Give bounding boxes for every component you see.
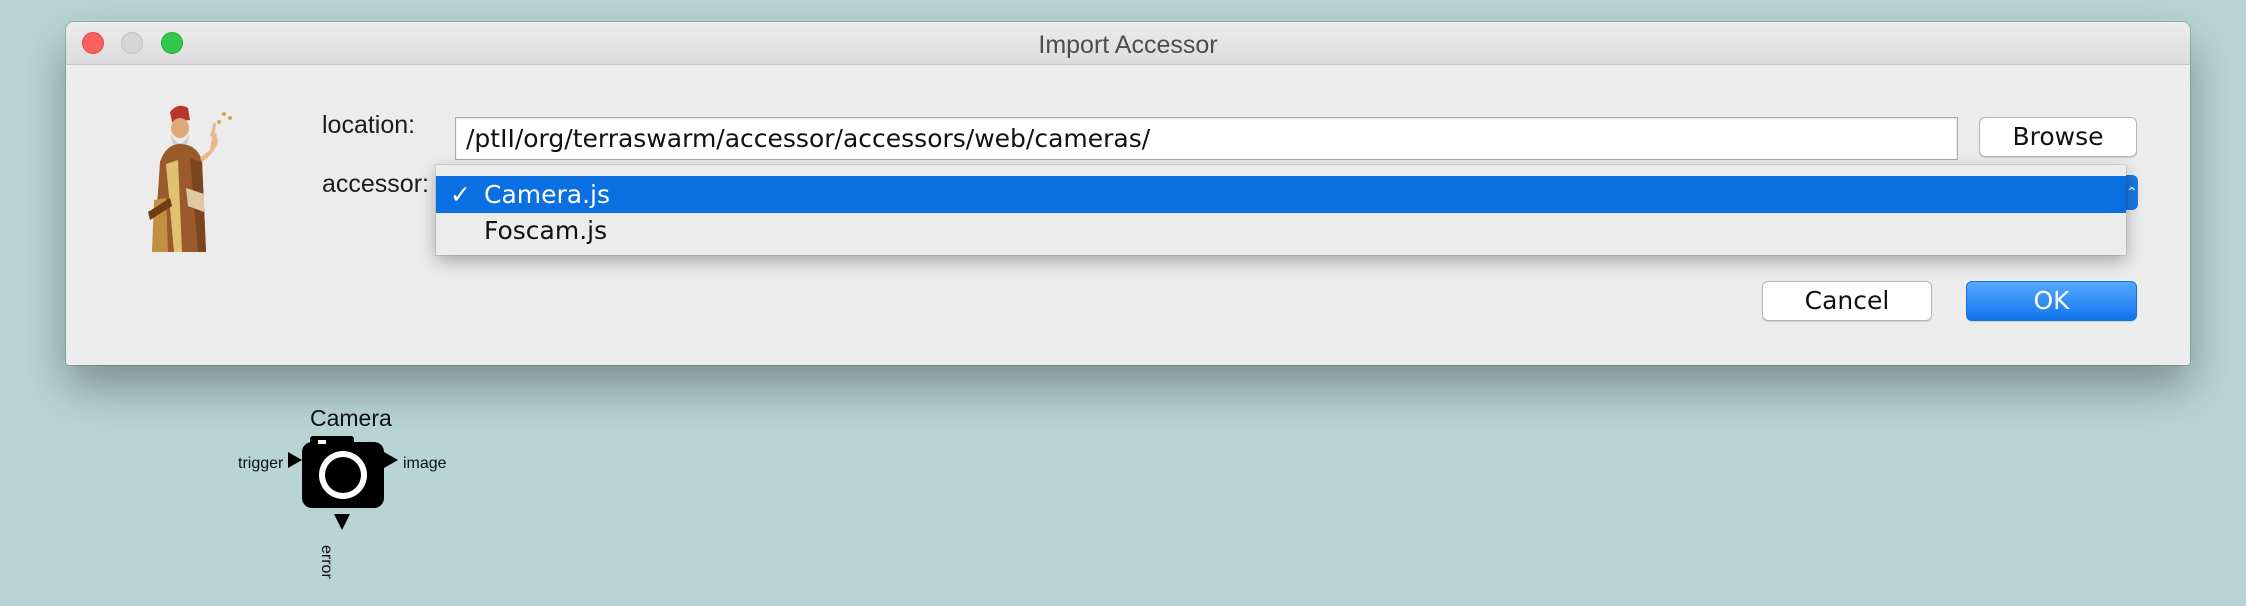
accessor-option-foscam[interactable]: Foscam.js <box>436 212 2126 249</box>
location-label: location: <box>322 111 416 139</box>
trigger-port-label: trigger <box>238 455 284 472</box>
cancel-button[interactable]: Cancel <box>1762 281 1932 321</box>
accessor-select-arrow[interactable]: ⌃ <box>2126 175 2138 210</box>
camera-actor-title: Camera <box>310 405 392 431</box>
error-port-label: error <box>318 545 335 579</box>
accessor-option-camera[interactable]: ✓ Camera.js <box>436 176 2126 213</box>
ok-button[interactable]: OK <box>1966 281 2137 321</box>
accessor-label: accessor: <box>322 170 429 198</box>
option-label: Camera.js <box>484 180 611 209</box>
accessor-dropdown[interactable]: ✓ Camera.js Foscam.js <box>436 165 2126 255</box>
camera-icon[interactable] <box>288 430 406 530</box>
import-accessor-dialog: Import Accessor location: accessor: /ptI… <box>66 22 2190 365</box>
window-title: Import Accessor <box>1038 31 1218 59</box>
option-label: Foscam.js <box>484 216 608 245</box>
checkmark-icon: ✓ <box>450 180 471 209</box>
image-port-label: image <box>403 455 447 472</box>
title-bar[interactable]: Import Accessor <box>66 22 2190 65</box>
location-field[interactable]: /ptII/org/terraswarm/accessor/accessors/… <box>455 117 1958 160</box>
ptolemy-portrait-icon <box>148 105 232 252</box>
browse-button[interactable]: Browse <box>1979 117 2137 157</box>
